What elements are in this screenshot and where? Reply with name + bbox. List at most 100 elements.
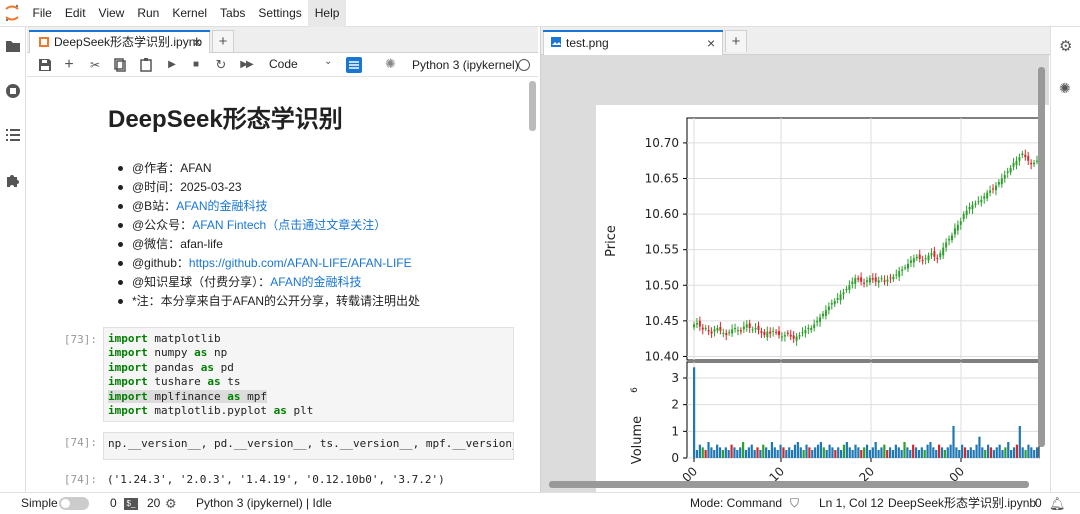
list-item-link[interactable]: AFAN的金融科技 (270, 275, 361, 289)
property-inspector-icon[interactable] (346, 57, 362, 73)
candle-body (1012, 162, 1015, 167)
candle-body (813, 324, 816, 328)
candle-body (707, 330, 710, 332)
code-cell-versions[interactable]: np.__version__, pd.__version__, ts.__ver… (103, 432, 514, 460)
list-item-label: @微信： (132, 237, 181, 251)
volume-bar (863, 447, 866, 458)
menu-settings[interactable]: Settings (252, 0, 308, 27)
chevron-down-icon[interactable]: ⌄ (324, 56, 332, 67)
bell-icon[interactable]: 🔔︎ (1049, 493, 1066, 514)
page-title: DeepSeek形态学识别 (108, 106, 343, 133)
notebook-tab[interactable]: DeepSeek形态学识别.ipynb × (29, 30, 210, 53)
restart-icon[interactable]: ↻ (213, 57, 229, 73)
price-tick-label: 10.70 (645, 136, 679, 150)
left-sidebar (0, 27, 26, 492)
candle-body (722, 332, 725, 334)
candle-body (842, 292, 845, 295)
stop-icon[interactable]: ■ (188, 57, 204, 73)
menu-edit[interactable]: Edit (58, 0, 92, 27)
cut-icon[interactable]: ✂ (87, 57, 103, 73)
list-item-label: @B站： (132, 199, 177, 213)
candle-body (772, 330, 775, 332)
volume-bar (886, 450, 889, 458)
close-icon[interactable]: × (707, 32, 715, 54)
add-cell-icon[interactable]: + (61, 57, 77, 73)
save-icon[interactable] (37, 57, 53, 73)
candle-body (807, 327, 810, 330)
cell-type-select[interactable]: Code (269, 57, 298, 71)
folder-icon[interactable] (3, 36, 23, 56)
menu-kernel[interactable]: Kernel (166, 0, 214, 27)
bug-icon[interactable]: ✺ (1059, 80, 1071, 97)
menu-file[interactable]: File (26, 0, 58, 27)
menu-tabs[interactable]: Tabs (214, 0, 252, 27)
terminal-icon[interactable]: $_ (124, 498, 138, 510)
volume-bar (788, 447, 791, 458)
copy-icon[interactable] (112, 57, 128, 73)
volume-bar (805, 444, 808, 458)
candle-body (1009, 167, 1012, 173)
kernel-status[interactable]: Python 3 (ipykernel) | Idle (196, 493, 332, 514)
volume-bar (955, 447, 958, 458)
image-vertical-scrollbar[interactable] (1038, 67, 1045, 447)
volume-bar (831, 447, 834, 458)
menu-bar: File Edit View Run Kernel Tabs Settings Help (0, 0, 1080, 27)
candle-body (725, 332, 728, 336)
candle-body (924, 258, 927, 260)
bug-icon[interactable]: ✺ (385, 56, 396, 72)
candle-body (927, 255, 930, 261)
table-of-contents-icon[interactable] (3, 125, 23, 145)
candle-body (986, 192, 989, 199)
cursor-position[interactable]: Ln 1, Col 12 (819, 493, 884, 514)
image-tab[interactable]: test.png × (543, 30, 723, 55)
volume-bar (730, 444, 733, 458)
candle-body (789, 334, 792, 337)
volume-bar (966, 450, 970, 458)
image-horizontal-scrollbar[interactable] (549, 481, 1029, 488)
volume-bar (894, 444, 897, 458)
menu-help[interactable]: Help (308, 0, 346, 27)
volume-bar (814, 447, 817, 458)
new-tab-button[interactable]: + (212, 30, 234, 52)
paste-icon[interactable] (138, 57, 154, 73)
new-tab-button[interactable]: + (725, 30, 747, 52)
right-sidebar: ⚙ ✺ (1050, 27, 1080, 492)
volume-bar (736, 450, 739, 458)
code-cell-imports[interactable]: import matplotlib import numpy as np impor… (103, 327, 514, 422)
shield-icon[interactable]: ⛉ (790, 493, 799, 514)
volume-bar (767, 450, 771, 458)
volume-bar (889, 447, 892, 458)
list-item-label: @github： (132, 256, 189, 270)
volume-exponent-label: 6 (630, 387, 640, 393)
fast-forward-icon[interactable]: ▶▶ (238, 57, 254, 73)
list-item-label: @时间： (132, 180, 181, 194)
candle-body (901, 269, 904, 272)
volume-bar (707, 442, 710, 458)
kernel-icon[interactable]: ⚙ (165, 493, 177, 514)
notebook-scrollbar[interactable] (529, 81, 536, 131)
mode-indicator[interactable]: Mode: Command (690, 493, 782, 514)
close-icon[interactable]: × (193, 31, 201, 53)
volume-tick-label: 1 (671, 424, 679, 438)
run-icon[interactable]: ▶ (164, 57, 180, 73)
volume-bar (773, 447, 776, 458)
candle-body (898, 271, 901, 277)
candle-body (974, 203, 977, 205)
candle-body (883, 280, 886, 282)
menu-run[interactable]: Run (131, 0, 166, 27)
simple-mode-toggle[interactable] (59, 497, 89, 510)
gear-icon[interactable]: ⚙ (1059, 37, 1072, 55)
candle-body (945, 242, 948, 248)
list-item-link[interactable]: AFAN Fintech（点击通过文章关注） (192, 218, 386, 232)
list-item: @知识星球（付费分享）：AFAN的金融科技 (117, 273, 420, 292)
list-item-link[interactable]: https://github.com/AFAN-LIFE/AFAN-LIFE (189, 256, 412, 270)
list-item-link[interactable]: AFAN的金融科技 (176, 199, 267, 213)
extension-icon[interactable] (3, 170, 23, 190)
candle-body (994, 185, 997, 191)
candle-body (830, 303, 833, 305)
menu-view[interactable]: View (92, 0, 131, 27)
volume-bar (770, 442, 774, 458)
kernel-name[interactable]: Python 3 (ipykernel) (412, 58, 519, 72)
running-icon[interactable] (3, 81, 23, 101)
volume-bar (739, 447, 742, 458)
